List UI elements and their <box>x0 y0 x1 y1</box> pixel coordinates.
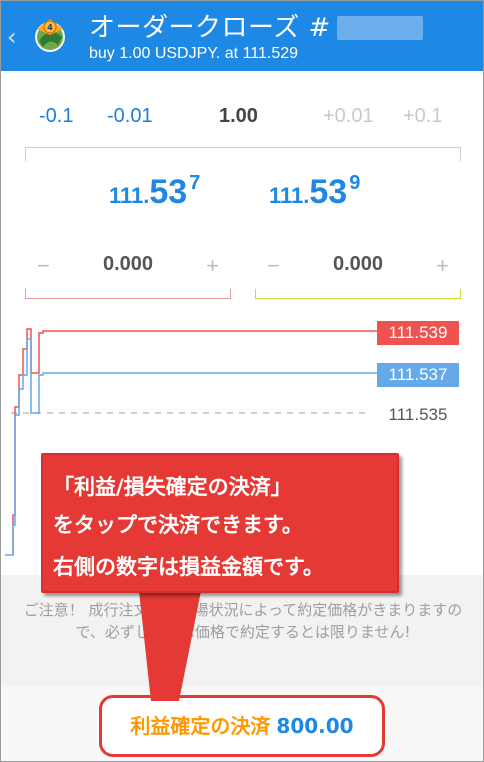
callout-line-3: 右側の数字は損益金額です。 <box>53 555 324 579</box>
callout-line-1: 「利益/損失確定の決済」 <box>53 475 292 499</box>
annotation-callout: 「利益/損失確定の決済」 をタップで決済できます。 右側の数字は損益金額です。 <box>41 453 399 593</box>
app-window: ‹ 4 オーダークローズ # buy 1.00 USDJPY. at 111.5… <box>0 0 484 762</box>
callout-line-2: をタップで決済できます。 <box>53 513 303 537</box>
callout-pointer-arrow <box>139 589 201 701</box>
